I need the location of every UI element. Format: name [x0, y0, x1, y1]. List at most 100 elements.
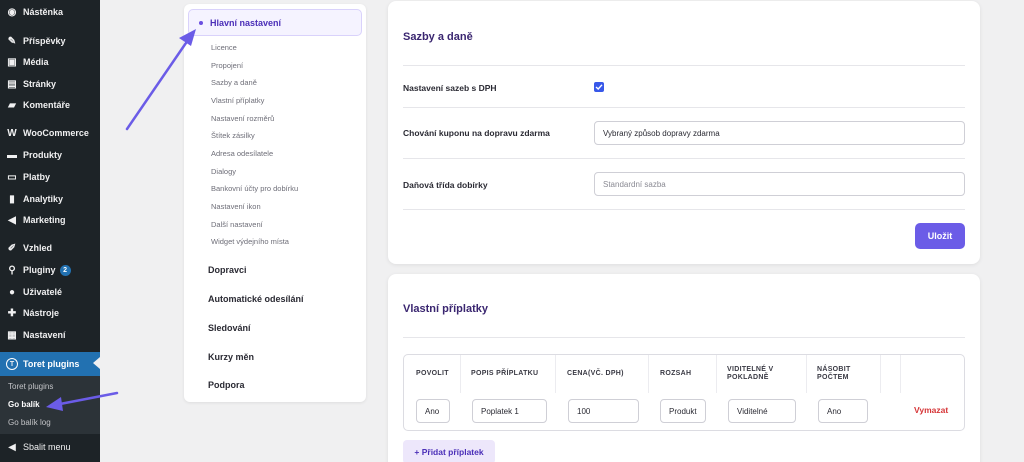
- nav-main-settings[interactable]: Hlavní nastavení: [188, 9, 362, 36]
- vat-label: Nastavení sazeb s DPH: [403, 83, 497, 93]
- col-divider: [716, 355, 717, 393]
- nav-main-currency[interactable]: Kurzy měn: [208, 352, 254, 362]
- submenu-go-balik[interactable]: Go balík: [8, 400, 40, 409]
- col-description: POPIS PŘÍPLATKU: [471, 369, 539, 377]
- nav-sub-sender[interactable]: Adresa odesílatele: [211, 149, 273, 158]
- archive-icon: ▬: [7, 149, 17, 161]
- col-divider: [900, 355, 901, 393]
- collapse-icon: ◀: [8, 441, 16, 453]
- delete-link[interactable]: Vymazat: [914, 405, 948, 415]
- submenu-go-balik-log[interactable]: Go balík log: [8, 418, 51, 427]
- scope-select[interactable]: Produkt: [660, 399, 706, 423]
- visible-select[interactable]: Viditelné: [728, 399, 796, 423]
- active-menu-pointer: [93, 357, 100, 369]
- pin-icon: ✎: [7, 35, 17, 47]
- menu-dashboard[interactable]: ◉ Nástěnka: [0, 1, 100, 23]
- surcharges-table: POVOLIT POPIS PŘÍPLATKU CENA(VČ. DPH) RO…: [403, 354, 965, 431]
- col-divider: [460, 355, 461, 393]
- menu-products[interactable]: ▬ Produkty: [0, 144, 100, 166]
- submenu: Toret plugins Go balík Go balík log: [0, 376, 100, 434]
- col-price: CENA(VČ. DPH): [567, 369, 624, 377]
- price-input[interactable]: 100: [568, 399, 639, 423]
- enable-select[interactable]: Ano: [416, 399, 450, 423]
- nav-main-auto-send[interactable]: Automatické odesílání: [208, 294, 304, 304]
- menu-media[interactable]: ▣ Média: [0, 51, 100, 73]
- menu-pages[interactable]: ▤ Stránky: [0, 73, 100, 95]
- col-divider: [648, 355, 649, 393]
- dashboard-icon: ◉: [7, 6, 17, 18]
- plugins-update-badge: 2: [59, 264, 71, 276]
- divider: [403, 158, 965, 159]
- settings-icon: ▦: [7, 329, 17, 341]
- menu-payments[interactable]: ▭ Platby: [0, 166, 100, 188]
- bar-chart-icon: ▮: [9, 193, 15, 205]
- media-icon: ▣: [7, 56, 17, 68]
- surcharges-card: Vlastní příplatky POVOLIT POPIS PŘÍPLATK…: [388, 274, 980, 462]
- vat-checkbox[interactable]: [594, 82, 604, 92]
- payments-icon: ▭: [7, 171, 17, 183]
- rates-title: Sazby a daně: [403, 31, 473, 43]
- wrench-icon: ✚: [7, 307, 17, 319]
- nav-sub-dialogs[interactable]: Dialogy: [211, 167, 236, 176]
- col-divider: [880, 355, 881, 393]
- menu-appearance[interactable]: ✐ Vzhled: [0, 237, 100, 259]
- nav-sub-bank-accounts[interactable]: Bankovní účty pro dobírku: [211, 184, 298, 193]
- admin-sidebar: ◉ Nástěnka ✎ Příspěvky ▣ Média ▤ Stránky ▰ Ko…: [0, 0, 100, 462]
- tax-class-label: Daňová třída dobírky: [403, 180, 488, 190]
- nav-sub-surcharges[interactable]: Vlastní příplatky: [211, 96, 264, 105]
- menu-analytics[interactable]: ▮ Analytiky: [0, 188, 100, 210]
- multiply-select[interactable]: Ano: [818, 399, 868, 423]
- coupon-label: Chování kuponu na dopravu zdarma: [403, 128, 550, 138]
- menu-tools[interactable]: ✚ Nástroje: [0, 302, 100, 324]
- comment-icon: ▰: [8, 99, 16, 111]
- check-icon: [595, 84, 603, 90]
- megaphone-icon: ◀: [8, 214, 16, 226]
- nav-sub-other[interactable]: Další nastavení: [211, 220, 263, 229]
- nav-sub-widget[interactable]: Widget výdejního místa: [211, 237, 289, 246]
- col-enable: POVOLIT: [416, 369, 449, 377]
- nav-sub-connection[interactable]: Propojení: [211, 61, 243, 70]
- col-scope: ROZSAH: [660, 369, 692, 377]
- plugin-icon: ⚲: [8, 264, 16, 276]
- menu-woocommerce[interactable]: W WooCommerce: [0, 122, 100, 144]
- col-divider: [555, 355, 556, 393]
- rates-card: Sazby a daně Nastavení sazeb s DPH Chová…: [388, 1, 980, 264]
- nav-main-tracking[interactable]: Sledování: [208, 323, 251, 333]
- divider: [403, 65, 965, 66]
- active-dot: [199, 20, 203, 25]
- nav-main-support[interactable]: Podpora: [208, 380, 245, 390]
- nav-sub-icons[interactable]: Nastavení ikon: [211, 202, 261, 211]
- menu-marketing[interactable]: ◀ Marketing: [0, 209, 100, 231]
- divider: [403, 107, 965, 108]
- woo-icon: W: [7, 127, 17, 139]
- user-icon: ●: [8, 286, 16, 298]
- menu-settings[interactable]: ▦ Nastavení: [0, 324, 100, 346]
- col-divider: [806, 355, 807, 393]
- surcharges-title: Vlastní příplatky: [403, 303, 488, 315]
- tax-class-input[interactable]: Standardní sazba: [594, 172, 965, 196]
- divider: [403, 337, 965, 338]
- save-button[interactable]: Uložit: [915, 223, 965, 249]
- menu-posts[interactable]: ✎ Příspěvky: [0, 30, 100, 52]
- description-input[interactable]: Poplatek 1: [472, 399, 547, 423]
- menu-toret-plugins[interactable]: T Toret plugins: [0, 352, 100, 376]
- add-surcharge-button[interactable]: + Přidat příplatek: [403, 440, 495, 462]
- menu-plugins[interactable]: ⚲ Pluginy 2: [0, 259, 100, 281]
- nav-main-carriers[interactable]: Dopravci: [208, 265, 247, 275]
- col-visible: VIDITELNÉ V POKLADNĚ: [727, 365, 774, 381]
- nav-sub-dimensions[interactable]: Nastavení rozměrů: [211, 114, 274, 123]
- submenu-toret-plugins[interactable]: Toret plugins: [8, 382, 53, 391]
- nav-sub-rates[interactable]: Sazby a daně: [211, 78, 257, 87]
- nav-sub-license[interactable]: Licence: [211, 43, 237, 52]
- coupon-select[interactable]: Vybraný způsob dopravy zdarma: [594, 121, 965, 145]
- page-icon: ▤: [7, 78, 17, 90]
- collapse-menu[interactable]: ◀ Sbalit menu: [0, 436, 100, 458]
- nav-sub-label[interactable]: Štítek zásilky: [211, 131, 255, 140]
- col-multiply: NÁSOBIT POČTEM: [817, 365, 851, 381]
- menu-users[interactable]: ● Uživatelé: [0, 281, 100, 303]
- toret-icon: T: [6, 358, 18, 370]
- brush-icon: ✐: [7, 242, 17, 254]
- divider: [403, 209, 965, 210]
- settings-nav: Hlavní nastavení Licence Propojení Sazby…: [184, 4, 366, 402]
- menu-comments[interactable]: ▰ Komentáře: [0, 94, 100, 116]
